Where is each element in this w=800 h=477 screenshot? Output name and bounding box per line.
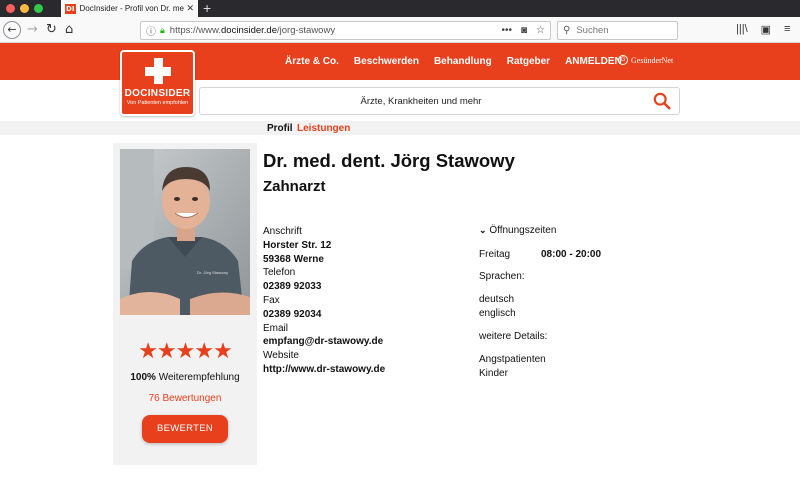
- logo-brand: DOCINSIDER: [124, 88, 191, 99]
- fax-label: Fax: [263, 294, 280, 306]
- hours-row: Freitag 08:00 - 20:00: [479, 249, 601, 260]
- contact-details: Anschrift Horster Str. 12 59368 Werne Te…: [263, 225, 385, 377]
- address-label: Anschrift: [263, 226, 302, 237]
- url-bar[interactable]: ⓘ 🔒︎ https://www. docinsider.de/jorg-staw…: [140, 21, 551, 40]
- detail-item: Kinder: [479, 368, 508, 379]
- address-city: 59368 Werne: [263, 253, 324, 265]
- partner-label: GesünderNet: [631, 55, 674, 65]
- url-scheme: https://www.: [169, 25, 222, 36]
- site-search-placeholder: Ärzte, Krankheiten und mehr: [360, 96, 482, 107]
- forward-arrow-icon[interactable]: →: [27, 21, 38, 38]
- library-icon[interactable]: |||\: [736, 23, 748, 36]
- sidebar-icon[interactable]: ▣: [761, 23, 771, 36]
- browser-search-field[interactable]: ⚲ Suchen: [557, 21, 678, 40]
- reviews-link[interactable]: 76 Bewertungen: [113, 393, 257, 404]
- magnifier-search-icon[interactable]: [653, 92, 671, 110]
- tab-close-icon[interactable]: ✕: [186, 3, 194, 14]
- new-tab-icon[interactable]: +: [203, 0, 211, 17]
- back-arrow-icon[interactable]: ←: [3, 21, 21, 39]
- shirt-name-label: Dr. Jörg Stawowy: [197, 270, 229, 275]
- hours-time: 08:00 - 20:00: [541, 249, 602, 260]
- pocket-icon[interactable]: ◙: [521, 25, 527, 36]
- close-window-button[interactable]: [6, 4, 15, 13]
- fax-value: 02389 92034: [263, 308, 322, 320]
- website-link[interactable]: http://www.dr-stawowy.de: [263, 363, 385, 377]
- url-path: /jorg-stawowy: [277, 25, 336, 36]
- browser-navbar: ← → ↻ ⌂ ⓘ 🔒︎ https://www. docinsider.de/j…: [0, 17, 800, 43]
- browser-search-placeholder: Suchen: [576, 25, 609, 36]
- maximize-window-button[interactable]: [34, 4, 43, 13]
- email-label: Email: [263, 322, 289, 334]
- url-host: docinsider.de: [221, 25, 277, 36]
- browser-tab[interactable]: DI DocInsider - Profil von Dr. med ✕: [61, 0, 198, 17]
- page-actions-icon[interactable]: •••: [501, 25, 512, 36]
- opening-hours-toggle[interactable]: ⌄ Öffnungszeiten: [479, 225, 556, 236]
- nav-item-ratgeber[interactable]: Ratgeber: [507, 56, 550, 67]
- tab-leistungen[interactable]: Leistungen: [297, 123, 350, 134]
- docinsider-logo[interactable]: DOCINSIDER Von Patienten empfohlen: [120, 50, 195, 116]
- site-search-input[interactable]: Ärzte, Krankheiten und mehr: [199, 87, 680, 115]
- doctor-name: Dr. med. dent. Jörg Stawowy: [263, 150, 515, 171]
- partner-link[interactable]: G GesünderNet: [618, 55, 673, 65]
- home-icon[interactable]: ⌂: [65, 21, 73, 38]
- website-label: Website: [263, 350, 299, 362]
- nav-item-behandlung[interactable]: Behandlung: [434, 56, 492, 67]
- subtab-bar: [0, 121, 800, 135]
- detail-item: Angstpatienten: [479, 354, 546, 365]
- recommend-label: Weiterempfehlung: [158, 372, 240, 383]
- nav-item-aerzte[interactable]: Ärzte & Co.: [285, 56, 339, 67]
- rate-button[interactable]: BEWERTEN: [142, 415, 228, 443]
- browser-titlebar: DI DocInsider - Profil von Dr. med ✕ +: [0, 0, 800, 17]
- docinsider-favicon-icon: DI: [65, 3, 76, 14]
- tab-title: DocInsider - Profil von Dr. med: [79, 4, 185, 13]
- tab-profil[interactable]: Profil: [267, 123, 293, 134]
- medical-cross-icon: [144, 58, 171, 84]
- chevron-down-icon: ⌄: [479, 225, 487, 235]
- menu-icon[interactable]: ≡: [784, 23, 790, 36]
- hours-day: Freitag: [479, 249, 511, 260]
- rating-stars: ★★★★★: [138, 339, 233, 364]
- doctor-photo: Dr. Jörg Stawowy: [120, 149, 250, 315]
- search-icon: ⚲: [563, 25, 571, 36]
- language-item: englisch: [479, 308, 516, 319]
- gesuendernet-logo-icon: G: [618, 55, 628, 65]
- logo-tagline: Von Patienten empfohlen: [126, 100, 189, 106]
- languages-label: Sprachen:: [479, 271, 525, 282]
- nav-item-beschwerden[interactable]: Beschwerden: [354, 56, 419, 67]
- email-link[interactable]: empfang@dr-stawowy.de: [263, 335, 385, 349]
- main-navigation: Ärzte & Co. Beschwerden Behandlung Ratge…: [285, 56, 622, 67]
- recommend-percent: 100%: [130, 372, 156, 383]
- address-street: Horster Str. 12: [263, 239, 332, 251]
- phone-label: Telefon: [263, 267, 296, 279]
- minimize-window-button[interactable]: [20, 4, 29, 13]
- reload-icon[interactable]: ↻: [46, 21, 57, 38]
- info-icon[interactable]: ⓘ: [146, 23, 156, 38]
- phone-value[interactable]: 02389 92033: [263, 280, 385, 294]
- recommendation: 100% Weiterempfehlung: [113, 372, 257, 383]
- language-item: deutsch: [479, 294, 515, 305]
- details-label: weitere Details:: [479, 331, 548, 342]
- nav-item-anmelden[interactable]: ANMELDEN: [565, 56, 622, 67]
- bookmark-star-icon[interactable]: ☆: [536, 25, 545, 36]
- opening-hours-label: Öffnungszeiten: [489, 225, 557, 236]
- lock-icon: 🔒︎: [160, 25, 165, 35]
- doctor-specialty: Zahnarzt: [263, 178, 326, 195]
